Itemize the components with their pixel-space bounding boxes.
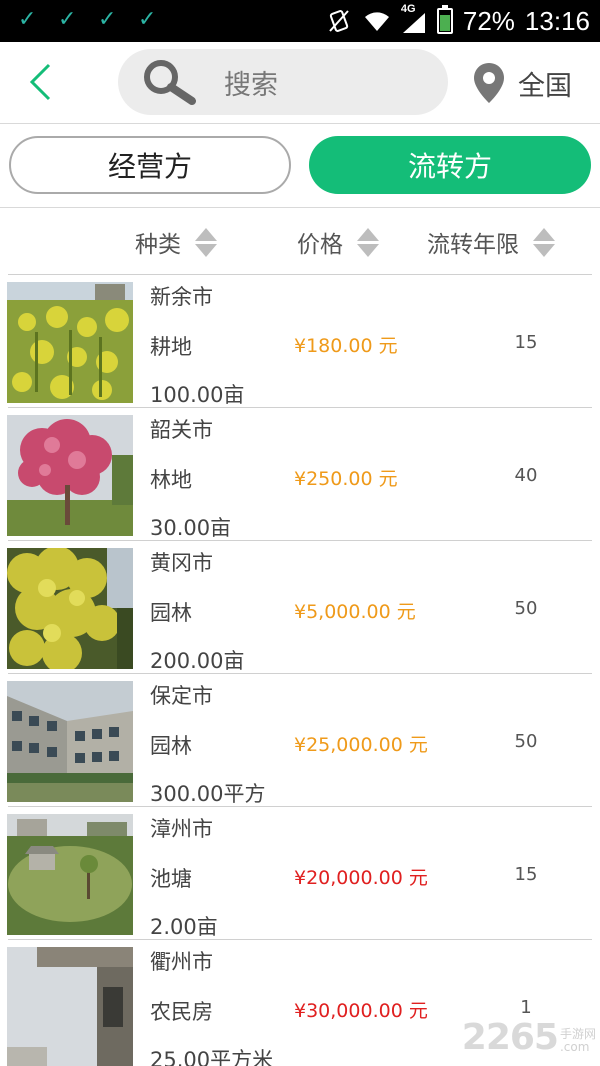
check-icon: ✓	[58, 7, 77, 32]
listing-area: 200.00亩	[150, 649, 245, 673]
listing-price: ¥30,000.00 元	[294, 1000, 428, 1022]
listing-kind: 林地	[150, 468, 192, 492]
listing-price: ¥25,000.00 元	[294, 734, 428, 756]
search-input[interactable]: 搜索	[118, 49, 448, 115]
battery-percent: 72%	[462, 5, 515, 36]
sort-arrows-icon	[533, 227, 555, 257]
listing-years: 1	[520, 997, 532, 1018]
tab-operator[interactable]: 经营方	[9, 136, 291, 194]
sort-label-kind: 种类	[135, 232, 181, 258]
search-icon	[144, 60, 196, 105]
map-pin-icon	[474, 63, 504, 103]
sort-label-price: 价格	[297, 232, 343, 258]
listing-area: 100.00亩	[150, 383, 245, 407]
search-placeholder: 搜索	[224, 69, 278, 101]
listing-years: 50	[514, 598, 538, 619]
sort-by-years[interactable]: 流转年限	[427, 222, 555, 262]
tab-transferor[interactable]: 流转方	[309, 136, 591, 194]
listing-photo	[7, 681, 133, 802]
list-item[interactable]: 保定市 园林 ¥25,000.00 元 50 300.00平方	[7, 673, 592, 806]
sort-arrows-icon	[195, 227, 217, 257]
watermark-logo: 2265 手游网 .com	[461, 1017, 596, 1058]
listing-city: 漳州市	[150, 817, 213, 841]
listing-photo	[7, 548, 133, 669]
listing-kind: 园林	[150, 601, 192, 625]
chevron-left-icon	[29, 63, 51, 101]
listing-kind: 园林	[150, 734, 192, 758]
sort-label-years: 流转年限	[427, 232, 519, 258]
notification-icons: ✓ ✓ ✓ ✓	[18, 8, 158, 32]
back-button[interactable]	[18, 60, 62, 104]
listing-city: 衢州市	[150, 950, 213, 974]
app-header: 搜索 全国	[0, 42, 600, 124]
listing-kind: 耕地	[150, 335, 192, 359]
signal-icon: 4G	[401, 3, 427, 35]
listing-city: 新余市	[150, 285, 213, 309]
list-item[interactable]: 漳州市 池塘 ¥20,000.00 元 15 2.00亩	[7, 806, 592, 939]
listing-city: 黄冈市	[150, 551, 213, 575]
listing-photo	[7, 415, 133, 536]
listing-kind: 农民房	[150, 1000, 213, 1024]
listing-area: 30.00亩	[150, 516, 232, 540]
listing-price: ¥250.00 元	[294, 468, 398, 490]
sort-arrows-icon	[357, 227, 379, 257]
listing-price: ¥5,000.00 元	[294, 601, 416, 623]
sort-by-kind[interactable]: 种类	[135, 222, 217, 262]
listing-years: 50	[514, 731, 538, 752]
wifi-icon	[364, 12, 389, 31]
location-label: 全国	[518, 70, 572, 102]
clock: 13:16	[524, 5, 590, 36]
listing-list: 新余市 耕地 ¥180.00 元 15 100.00亩 韶关市 林地 ¥250.…	[0, 274, 600, 1066]
role-segmented-control: 经营方 流转方	[0, 124, 600, 208]
sort-bar: 种类 价格 流转年限	[0, 208, 600, 274]
battery-icon	[436, 5, 453, 34]
list-item[interactable]: 韶关市 林地 ¥250.00 元 40 30.00亩	[7, 407, 592, 540]
status-right: 4G 72% 13:16	[325, 3, 590, 36]
listing-years: 15	[514, 332, 538, 353]
listing-price: ¥180.00 元	[294, 335, 398, 357]
listing-photo	[7, 282, 133, 403]
listing-city: 韶关市	[150, 418, 213, 442]
vibrate-icon	[329, 10, 349, 32]
listing-years: 40	[514, 465, 538, 486]
list-item[interactable]: 新余市 耕地 ¥180.00 元 15 100.00亩	[7, 274, 592, 407]
listing-photo	[7, 814, 133, 935]
listing-kind: 池塘	[150, 867, 192, 891]
check-icon: ✓	[138, 7, 157, 32]
check-icon: ✓	[18, 7, 37, 32]
listing-city: 保定市	[150, 684, 213, 708]
listing-price: ¥20,000.00 元	[294, 867, 428, 889]
list-item[interactable]: 黄冈市 园林 ¥5,000.00 元 50 200.00亩	[7, 540, 592, 673]
listing-area: 2.00亩	[150, 915, 218, 939]
listing-photo	[7, 947, 133, 1066]
location-selector[interactable]: 全国	[472, 58, 572, 108]
sort-by-price[interactable]: 价格	[297, 222, 379, 262]
check-icon: ✓	[98, 7, 117, 32]
listing-area: 300.00平方	[150, 782, 266, 806]
status-bar: ✓ ✓ ✓ ✓ 4G 72% 13:16	[0, 0, 600, 42]
listing-area: 25.00平方米	[150, 1048, 274, 1066]
listing-years: 15	[514, 864, 538, 885]
